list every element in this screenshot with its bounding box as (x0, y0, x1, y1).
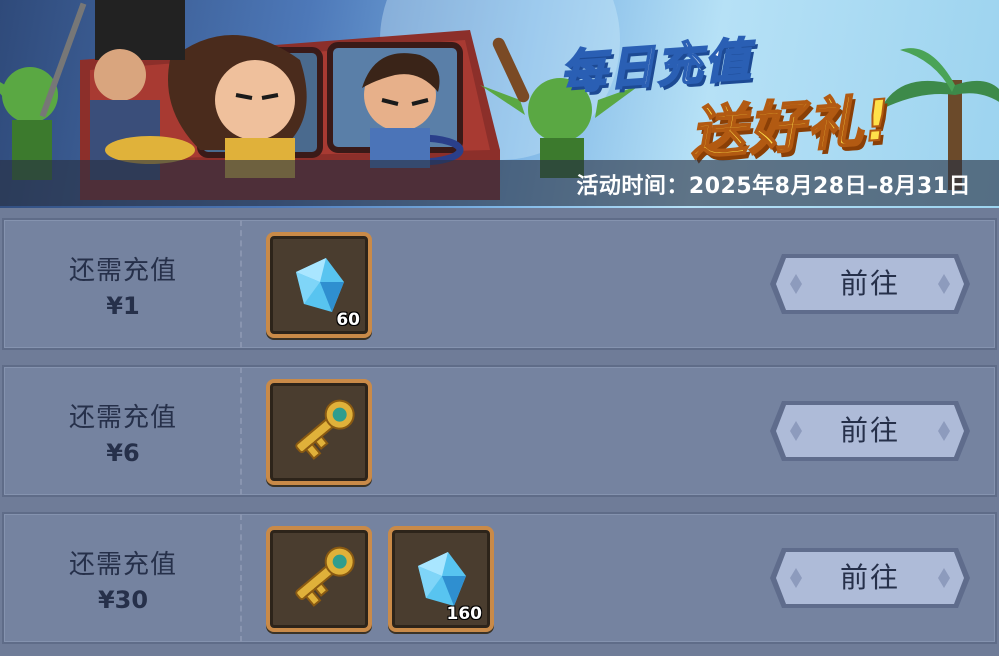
event-time-range: 2025年8月28日–8月31日 (688, 174, 971, 199)
requirement-label: 还需充值 (68, 550, 177, 580)
tier-requirement: 还需充值 ¥6 (4, 367, 242, 495)
tier-requirement: 还需充值 ¥1 (4, 220, 242, 348)
requirement-label: 还需充值 (68, 256, 177, 286)
reward-tier-row: 还需充值 ¥1 60 前往 (2, 218, 997, 350)
reward-tier-row: 还需充值 ¥30 160 前往 (2, 512, 997, 644)
reward-item-diamond[interactable]: 60 (266, 232, 372, 338)
go-button[interactable]: 前往 (768, 250, 972, 318)
banner-title-line2: 送好礼! (687, 87, 895, 168)
driver-character-icon (362, 53, 440, 168)
event-time-label: 活动时间： (576, 174, 689, 199)
requirement-amount: ¥6 (106, 439, 140, 467)
go-button[interactable]: 前往 (768, 397, 972, 465)
reward-quantity: 60 (336, 310, 360, 330)
reward-item-key[interactable] (266, 526, 372, 632)
tier-requirement: 还需充值 ¥30 (4, 514, 242, 642)
go-button-label: 前往 (839, 414, 900, 447)
key-icon (295, 546, 355, 607)
event-banner: 每日充值 送好礼! 活动时间：2025年8月28日–8月31日 (0, 0, 999, 208)
event-time-text: 活动时间：2025年8月28日–8月31日 (576, 168, 971, 200)
reward-tier-row: 还需充值 ¥6 前往 (2, 365, 997, 497)
requirement-amount: ¥1 (106, 292, 140, 320)
requirement-amount: ¥30 (97, 586, 149, 614)
key-icon (295, 399, 355, 460)
reward-quantity: 160 (446, 604, 483, 624)
go-button-label: 前往 (839, 561, 900, 594)
go-button-label: 前往 (839, 267, 900, 300)
go-button[interactable]: 前往 (768, 544, 972, 612)
reward-item-key[interactable] (266, 379, 372, 485)
requirement-label: 还需充值 (68, 403, 177, 433)
reward-item-diamond[interactable]: 160 (388, 526, 494, 632)
